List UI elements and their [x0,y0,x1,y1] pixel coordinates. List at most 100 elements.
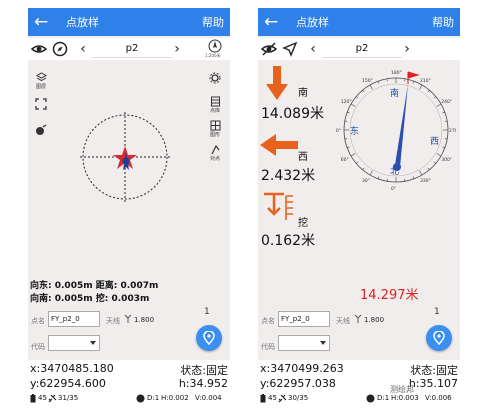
chevron-down-icon [320,341,326,345]
stake-point-button[interactable] [426,325,452,351]
compass-tick-label: 120° [341,99,352,105]
compass-tick [347,146,350,149]
north-arrow-icon[interactable] [208,39,222,53]
antenna-icon [354,314,362,323]
down-direction: 南 [298,88,308,99]
graphics-icon [210,120,220,131]
stake-point-button[interactable] [196,325,222,351]
code-dropdown[interactable] [278,335,330,351]
help-button[interactable]: 帮助 [432,14,454,30]
eye-off-icon[interactable] [261,41,277,57]
eye-icon[interactable] [31,41,47,57]
compass-tick [369,84,373,90]
database-icon [210,96,220,107]
total-distance: 14.297米 [360,288,419,303]
antenna-icon [124,314,132,323]
antenna-height-value[interactable]: 1.800 [364,316,384,324]
horizontal-precision: H:0.003 [391,394,419,402]
left-distance: 2.432米 [261,168,316,184]
compass-tick [412,81,415,84]
app-bar: ← 点放样 帮助 [258,8,460,36]
page-title: 点放样 [66,16,99,29]
needle-pivot [393,163,401,171]
battery-icon [30,394,36,403]
compass-tick [355,96,359,99]
offset-readout-row2: 向南: 0.005m 挖: 0.003m [30,294,150,304]
back-arrow-icon[interactable]: ← [34,10,48,34]
antenna-label: 天线 [336,317,350,325]
navigation-icon[interactable] [282,41,298,57]
compass-tick [419,84,423,90]
horizontal-precision: H:0.002 [161,394,189,402]
solution-status-icon [366,394,375,403]
toolbar: ‹ p2 › [258,38,460,60]
stakeout-screen-left: ← 点放样 帮助 ‹ p2 › 1:200米 图层 点库 图形 对点 向东: 0… [28,8,230,418]
target-map [80,112,170,202]
satellites-tracked: 45 [38,394,47,402]
back-arrow-icon[interactable]: ← [264,10,278,34]
layers-label: 图层 [35,84,46,90]
stakeout-screen-right: ← 点放样 帮助 ‹ p2 › 南 14.089米 西 2.432米 挖 0.1… [258,8,460,418]
next-point-button[interactable]: › [398,40,416,58]
map-scale-label: 1:200米 [205,53,221,58]
fullscreen-button[interactable] [32,98,50,120]
fill-value: 0.162米 [261,233,316,249]
compass-tick-label: 330° [420,178,431,184]
vertical-precision: V:0.006 [425,394,452,402]
solution-status-icon [136,394,145,403]
y-coordinate: y:622954.600 [30,377,106,390]
satellite-icon [278,394,287,403]
fix-state: 状态:固定 [180,364,228,377]
compass-tick [433,161,437,164]
previous-point-button[interactable]: ‹ [74,40,92,58]
point-name-label: 点名 [261,317,275,325]
point-name-field[interactable]: FY_p2_0 [278,311,330,327]
point-name-display: p2 [92,40,172,58]
point-name-display: p2 [322,40,402,58]
vertical-precision: V:0.004 [195,394,222,402]
point-library-label: 点库 [209,108,220,114]
fullscreen-icon [35,98,47,110]
align-icon [210,144,219,155]
west-label: 西 [430,136,439,147]
compass-tick-label: 270° [449,128,456,134]
align-point-button[interactable]: 对点 [206,144,224,166]
compass-tick-label: 60° [341,157,349,163]
locate-button[interactable] [32,124,50,146]
height-value: h:35.107 [408,377,458,390]
code-label: 代码 [31,343,45,351]
layers-button[interactable]: 图层 [32,72,50,94]
left-direction: 西 [298,152,308,163]
arrow-left-icon [260,134,298,156]
next-point-button[interactable]: › [168,40,186,58]
compass-tick [362,167,365,171]
down-distance: 14.089米 [261,106,324,122]
satellites-used: 31/35 [58,394,79,402]
compass-tick-label: 0° [391,186,396,190]
compass-tick [442,111,445,114]
point-library-button[interactable]: 点库 [206,96,224,118]
point-name-field[interactable]: FY_p2_0 [48,311,100,327]
x-coordinate: x:3470499.263 [260,362,344,375]
help-button[interactable]: 帮助 [202,14,224,30]
page-title: 点放样 [296,16,329,29]
point-name-label: 点名 [31,317,45,325]
east-label: 东 [350,125,359,137]
antenna-height-value[interactable]: 1.800 [134,316,154,324]
compass-tick-label: 90° [336,128,341,134]
code-dropdown[interactable] [48,335,100,351]
settings-button[interactable] [206,72,224,94]
compass-tick [412,176,415,179]
compass-tick [347,111,350,114]
graphics-button[interactable]: 图形 [206,120,224,142]
battery-icon [260,394,266,403]
compass-icon[interactable] [52,41,68,57]
previous-point-button[interactable]: ‹ [304,40,322,58]
location-pin-icon [433,331,445,345]
compass-dial: 0° 30° 60° 90° 120° 150° 180° 210° 240° 270° 300° 3… [336,70,456,190]
layers-icon [35,72,47,82]
antenna-label: 天线 [106,317,120,325]
gnss-status-bar: x:3470499.263 状态:固定 y:622957.038 h:35.10… [258,360,460,418]
graphics-label: 图形 [209,132,220,138]
compass-tick [377,176,380,179]
